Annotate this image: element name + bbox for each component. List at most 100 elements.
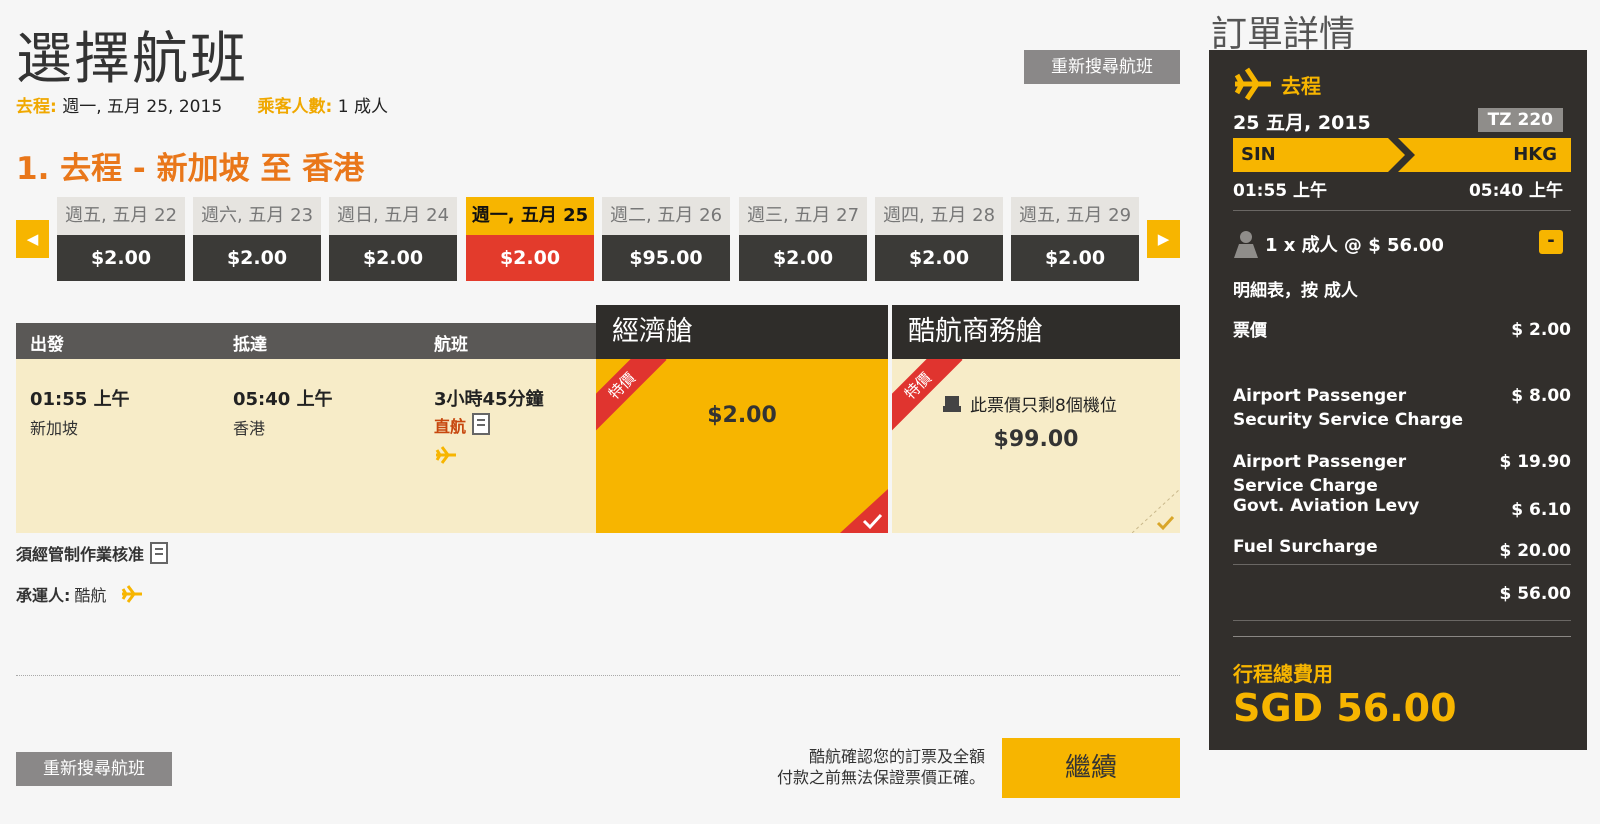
business-fare-price: $99.00 [993, 427, 1079, 452]
col-flight: 航班 [434, 335, 468, 355]
date-price: $2.00 [329, 235, 457, 281]
booking-summary-panel: 去程 25 五月, 2015 TZ 220 SIN HKG 01:55 上午 0… [1209, 50, 1587, 750]
arrive-city: 香港 [233, 419, 266, 438]
line-item-label: 票價 [1233, 321, 1267, 341]
document-icon[interactable] [472, 413, 491, 435]
date-label: 週一, 五月 25 [466, 197, 594, 235]
chevron-right-icon: ▶ [1157, 230, 1170, 248]
flight-duration: 3小時45分鐘 [434, 389, 544, 410]
disclaimer-line: 付款之前無法保證票價正確。 [776, 768, 985, 787]
carrier-label: 承運人: [16, 586, 71, 605]
depart-label: 去程: [16, 97, 57, 117]
date-cell[interactable]: 週三, 五月 27 $2.00 [739, 197, 867, 281]
depart-time: 01:55 上午 [30, 389, 130, 410]
economy-fare-option[interactable]: 特價 $2.00 [596, 359, 888, 533]
line-item-amount: $ 8.00 [1511, 386, 1571, 406]
passenger-line: 1 x 成人 @ $ 56.00 [1265, 235, 1444, 256]
arrive-time: 05:40 上午 [233, 389, 333, 410]
trip-meta: 去程: 週一, 五月 25, 2015 乘客人數: 1 成人 [16, 92, 418, 117]
minus-icon: - [1547, 230, 1555, 251]
seat-icon [943, 395, 961, 412]
line-item-amount: $ 6.10 [1511, 500, 1571, 520]
divider [1233, 620, 1571, 621]
economy-fare-header: 經濟艙 [596, 305, 888, 359]
date-price: $2.00 [466, 235, 594, 281]
date-cell[interactable]: 週六, 五月 23 $2.00 [193, 197, 321, 281]
line-item-label: Govt. Aviation Levy [1233, 496, 1420, 516]
line-item-label: Airport Passenger Security Service Charg… [1233, 386, 1464, 430]
date-cell-selected[interactable]: 週一, 五月 25 $2.00 [466, 197, 594, 281]
research-flights-button-bottom[interactable]: 重新搜尋航班 [16, 752, 172, 786]
date-cell[interactable]: 週五, 五月 22 $2.00 [57, 197, 185, 281]
date-label: 週三, 五月 27 [739, 197, 867, 235]
research-flights-button[interactable]: 重新搜尋航班 [1024, 50, 1180, 84]
route-origin: SIN [1241, 144, 1276, 165]
next-date-button[interactable]: ▶ [1147, 220, 1180, 258]
collapse-button[interactable]: - [1539, 230, 1563, 254]
check-outline-icon [1132, 489, 1180, 533]
subtotal-amount: $ 56.00 [1499, 584, 1571, 604]
date-cell[interactable]: 週五, 五月 29 $2.00 [1011, 197, 1139, 281]
total-value: SGD 56.00 [1233, 686, 1457, 730]
fare-line-item: Fuel Surcharge $ 20.00 [1233, 537, 1571, 561]
disclaimer-line: 酷航確認您的訂票及全額 [808, 747, 985, 766]
line-item-label: Fuel Surcharge [1233, 537, 1378, 557]
date-label: 週四, 五月 28 [875, 197, 1003, 235]
route-destination: HKG [1513, 144, 1557, 165]
date-price: $95.00 [602, 235, 730, 281]
col-arrive: 抵達 [233, 335, 267, 355]
plane-icon [435, 446, 456, 464]
line-item-amount: $ 20.00 [1499, 541, 1571, 561]
business-fare-option[interactable]: 特價 此票價只剩8個機位 $99.00 [892, 359, 1180, 533]
passengers-value: 1 成人 [337, 97, 388, 117]
line-item-amount: $ 19.90 [1499, 452, 1571, 472]
section-title: 1. 去程 - 新加坡 至 香港 [16, 151, 365, 187]
date-cell[interactable]: 週四, 五月 28 $2.00 [875, 197, 1003, 281]
flight-number-badge: TZ 220 [1477, 108, 1563, 132]
flight-row: 01:55 上午 新加坡 05:40 上午 香港 3小時45分鐘 直航 [16, 359, 596, 533]
date-label: 週五, 五月 29 [1011, 197, 1139, 235]
divider [1233, 210, 1571, 211]
date-cell[interactable]: 週日, 五月 24 $2.00 [329, 197, 457, 281]
date-label: 週二, 五月 26 [602, 197, 730, 235]
col-depart: 出發 [30, 335, 64, 355]
fare-line-item: Airport Passenger Security Service Charg… [1233, 360, 1571, 430]
date-price: $2.00 [57, 235, 185, 281]
date-price: $2.00 [193, 235, 321, 281]
route-bar: SIN HKG [1233, 138, 1571, 172]
divider [1233, 636, 1571, 637]
divider [1233, 564, 1571, 565]
seats-left-note: 此票價只剩8個機位 [970, 396, 1117, 416]
total-label: 行程總費用 [1233, 662, 1333, 686]
document-icon[interactable] [150, 541, 169, 565]
date-label: 週六, 五月 23 [193, 197, 321, 235]
approval-text: 須經管制作業核准 [16, 545, 145, 564]
passengers-label: 乘客人數: [257, 97, 333, 117]
continue-button[interactable]: 繼續 [1002, 738, 1180, 798]
date-price: $2.00 [875, 235, 1003, 281]
breakdown-label: 明細表，按 成人 [1233, 281, 1358, 301]
date-price: $2.00 [1011, 235, 1139, 281]
chevron-left-icon: ◀ [26, 230, 39, 248]
line-item-label: Airport Passenger Service Charge [1233, 452, 1407, 496]
divider [16, 675, 1180, 676]
flight-type[interactable]: 直航 [434, 413, 466, 437]
date-price: $2.00 [739, 235, 867, 281]
date-cell[interactable]: 週二, 五月 26 $95.00 [602, 197, 730, 281]
prev-date-button[interactable]: ◀ [16, 220, 49, 258]
price-disclaimer: 酷航確認您的訂票及全額 付款之前無法保證票價正確。 [690, 746, 985, 788]
line-item-amount: $ 2.00 [1511, 320, 1571, 340]
summary-date: 25 五月, 2015 [1233, 112, 1371, 134]
carrier-value: 酷航 [74, 586, 107, 605]
fare-line-item: Govt. Aviation Levy $ 6.10 [1233, 496, 1571, 520]
summary-arrive-time: 05:40 上午 [1468, 181, 1563, 201]
approval-note: 須經管制作業核准 [16, 541, 169, 565]
check-icon [840, 489, 888, 533]
date-label: 週五, 五月 22 [57, 197, 185, 235]
date-label: 週日, 五月 24 [329, 197, 457, 235]
depart-city: 新加坡 [30, 419, 79, 438]
subtotal-row: $ 56.00 [1233, 580, 1571, 604]
fare-line-item: Airport Passenger Service Charge $ 19.90 [1233, 426, 1571, 496]
flight-table-header: 出發 抵達 航班 [16, 323, 596, 359]
summary-depart-time: 01:55 上午 [1233, 181, 1328, 201]
